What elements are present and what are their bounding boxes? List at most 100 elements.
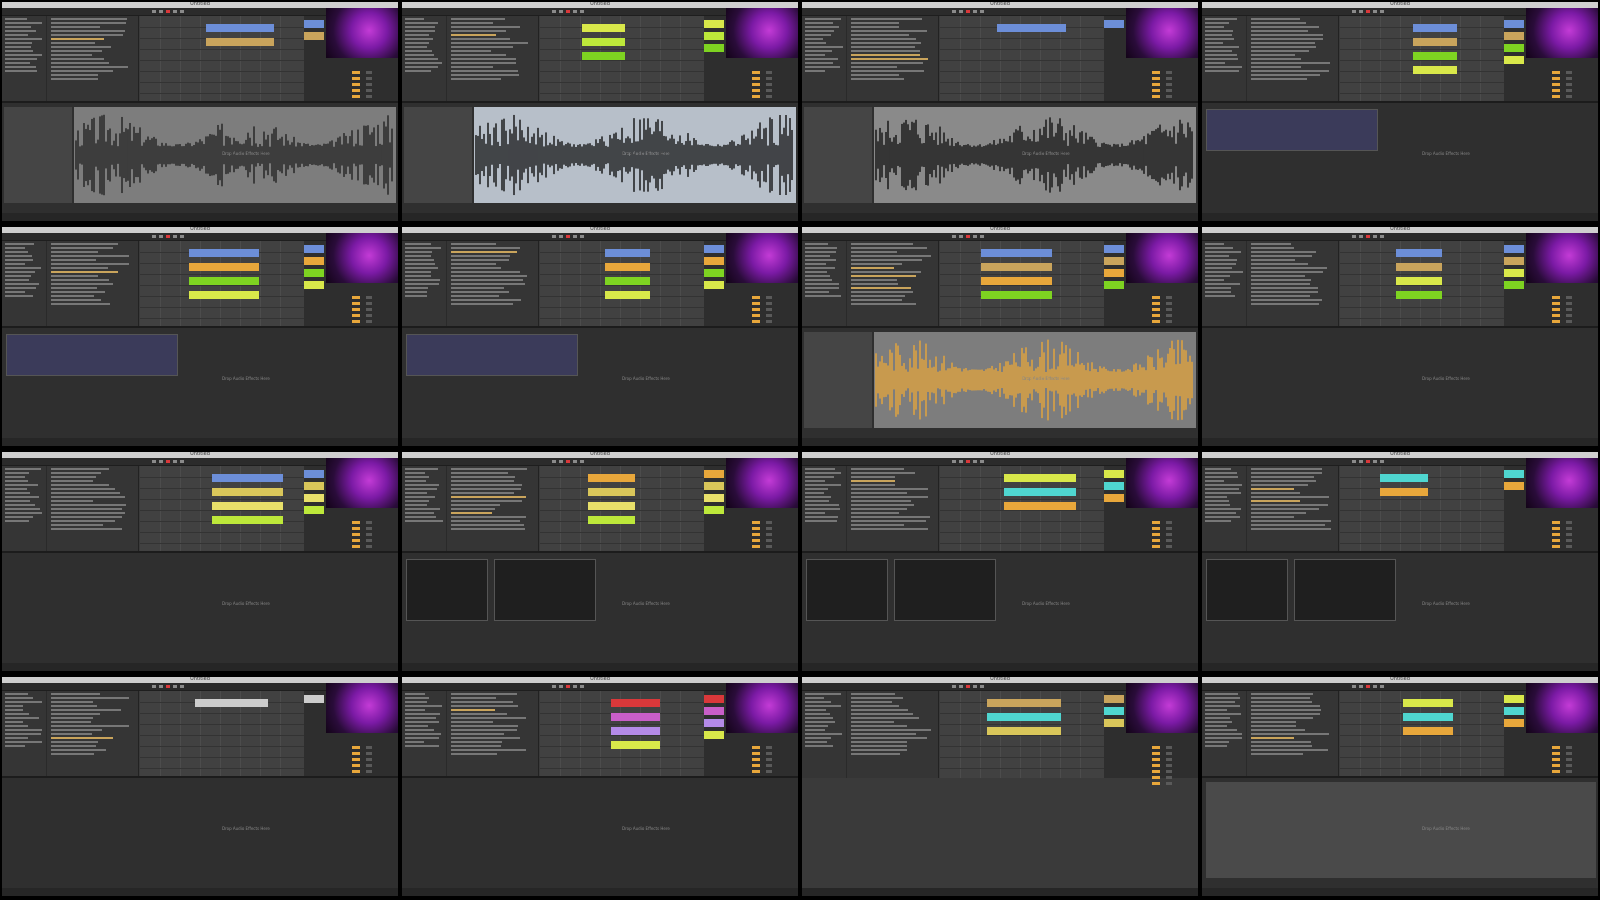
- browser-category[interactable]: [805, 267, 836, 269]
- browser-file-item[interactable]: [51, 275, 98, 277]
- browser-category[interactable]: [405, 243, 431, 245]
- browser-file-item[interactable]: [451, 500, 523, 502]
- volume-fader[interactable]: [1566, 71, 1572, 74]
- browser-file-item[interactable]: [851, 303, 916, 305]
- browser-category[interactable]: [805, 70, 825, 72]
- volume-fader[interactable]: [366, 521, 372, 524]
- browser-category[interactable]: [805, 271, 827, 273]
- send-knob[interactable]: [752, 320, 760, 323]
- send-knob[interactable]: [352, 539, 360, 542]
- track-header[interactable]: [1504, 245, 1524, 253]
- browser-file-item[interactable]: [51, 46, 112, 48]
- browser-file-item[interactable]: [451, 259, 510, 261]
- browser-file-item[interactable]: [51, 508, 123, 510]
- browser-file-item[interactable]: [1251, 745, 1312, 747]
- browser-file-item[interactable]: [1251, 26, 1319, 28]
- browser-category[interactable]: [805, 476, 834, 478]
- browser-file-item[interactable]: [51, 299, 101, 301]
- browser-file-item[interactable]: [51, 283, 113, 285]
- volume-fader[interactable]: [1166, 320, 1172, 323]
- send-knob[interactable]: [352, 296, 360, 299]
- record-icon[interactable]: [166, 685, 170, 688]
- metronome-icon[interactable]: [573, 460, 577, 463]
- browser-file-item[interactable]: [851, 741, 907, 743]
- browser-category[interactable]: [805, 468, 835, 470]
- volume-fader[interactable]: [366, 770, 372, 773]
- browser-file-item[interactable]: [451, 524, 524, 526]
- browser-file-item[interactable]: [851, 54, 921, 56]
- browser-file-item[interactable]: [451, 709, 495, 711]
- instrument-device[interactable]: [406, 334, 578, 376]
- browser-file-item[interactable]: [451, 287, 505, 289]
- volume-fader[interactable]: [1166, 89, 1172, 92]
- browser-file-item[interactable]: [1251, 480, 1316, 482]
- browser-file-item[interactable]: [51, 472, 102, 474]
- volume-fader[interactable]: [366, 296, 372, 299]
- browser-category[interactable]: [405, 255, 431, 257]
- browser-category[interactable]: [1205, 476, 1238, 478]
- browser-file-item[interactable]: [51, 287, 98, 289]
- browser-file-item[interactable]: [451, 504, 500, 506]
- send-knob[interactable]: [1152, 533, 1160, 536]
- browser-category[interactable]: [405, 480, 427, 482]
- browser-category[interactable]: [5, 717, 39, 719]
- arrangement-clip[interactable]: [1004, 502, 1076, 510]
- track-header[interactable]: [304, 470, 324, 478]
- browser-category[interactable]: [405, 251, 433, 253]
- browser-category[interactable]: [1205, 721, 1232, 723]
- browser-category[interactable]: [5, 46, 31, 48]
- browser-category[interactable]: [805, 50, 832, 52]
- loop-icon[interactable]: [180, 685, 184, 688]
- browser-category[interactable]: [1205, 50, 1232, 52]
- volume-fader[interactable]: [1166, 296, 1172, 299]
- browser-category[interactable]: [805, 488, 829, 490]
- browser-category[interactable]: [405, 46, 427, 48]
- browser-category[interactable]: [1205, 58, 1239, 60]
- arrangement-clip[interactable]: [212, 516, 283, 524]
- browser-file-item[interactable]: [851, 749, 908, 751]
- browser-category[interactable]: [1205, 291, 1232, 293]
- track-header[interactable]: [1504, 257, 1524, 265]
- browser-file-item[interactable]: [851, 705, 899, 707]
- arrangement-clip[interactable]: [189, 277, 259, 285]
- browser-file-item[interactable]: [51, 38, 104, 40]
- browser-category[interactable]: [1205, 54, 1238, 56]
- track-header[interactable]: [1504, 269, 1524, 277]
- send-knob[interactable]: [352, 758, 360, 761]
- browser-category[interactable]: [5, 472, 29, 474]
- browser-category[interactable]: [5, 34, 29, 36]
- send-knob[interactable]: [352, 764, 360, 767]
- arrangement-clip[interactable]: [582, 24, 625, 32]
- volume-fader[interactable]: [766, 758, 772, 761]
- volume-fader[interactable]: [1566, 539, 1572, 542]
- record-icon[interactable]: [566, 685, 570, 688]
- browser-category[interactable]: [405, 492, 427, 494]
- arrangement-clip[interactable]: [206, 38, 274, 46]
- browser-file-item[interactable]: [1251, 271, 1323, 273]
- volume-fader[interactable]: [1566, 314, 1572, 317]
- browser-file-item[interactable]: [51, 488, 115, 490]
- browser-file-item[interactable]: [51, 749, 106, 751]
- volume-fader[interactable]: [1166, 302, 1172, 305]
- browser-file-item[interactable]: [51, 733, 92, 735]
- browser-category[interactable]: [1205, 22, 1230, 24]
- browser-file-item[interactable]: [451, 18, 505, 20]
- browser-category[interactable]: [805, 30, 834, 32]
- send-knob[interactable]: [752, 764, 760, 767]
- send-knob[interactable]: [1152, 539, 1160, 542]
- volume-fader[interactable]: [766, 83, 772, 86]
- track-header[interactable]: [1104, 20, 1124, 28]
- volume-fader[interactable]: [366, 77, 372, 80]
- browser-category[interactable]: [5, 705, 24, 707]
- browser-file-item[interactable]: [51, 271, 118, 273]
- browser-category[interactable]: [405, 50, 433, 52]
- browser-file-item[interactable]: [451, 42, 529, 44]
- browser-category[interactable]: [405, 66, 438, 68]
- browser-file-item[interactable]: [51, 66, 129, 68]
- compressor-device[interactable]: [406, 559, 488, 621]
- browser-file-item[interactable]: [851, 291, 914, 293]
- record-icon[interactable]: [966, 460, 970, 463]
- browser-category[interactable]: [405, 295, 427, 297]
- play-icon[interactable]: [952, 460, 956, 463]
- browser-file-item[interactable]: [851, 34, 910, 36]
